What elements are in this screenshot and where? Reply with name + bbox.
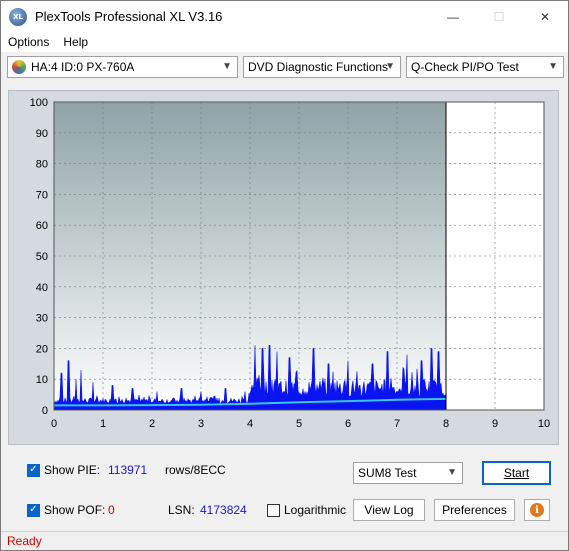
x-tick-label: 9 — [492, 418, 498, 430]
menu-help[interactable]: Help — [56, 35, 95, 49]
y-tick-label: 0 — [42, 405, 48, 417]
controls-panel: ✓ Show PIE: 113971 rows/8ECC SUM8 Test ▼… — [8, 453, 559, 529]
sum-test-select[interactable]: SUM8 Test ▼ — [353, 462, 463, 484]
status-text: Ready — [7, 534, 42, 548]
x-tick-label: 3 — [198, 418, 204, 430]
disc-drive-icon — [12, 60, 26, 74]
x-tick-label: 10 — [538, 418, 550, 430]
menu-bar: Options Help — [1, 32, 568, 52]
x-tick-label: 5 — [296, 418, 302, 430]
show-pof-label: Show POF: — [44, 503, 106, 517]
pie-chart-svg: 0 10 20 30 40 50 60 70 80 90 100 0 1 2 3 4 5 6 7 8 9 10 — [30, 97, 550, 430]
show-pie-checkbox[interactable]: ✓ Show PIE: — [27, 463, 100, 477]
chart-panel: 0 10 20 30 40 50 60 70 80 90 100 0 1 2 3 4 5 6 7 8 9 10 — [8, 90, 559, 445]
x-tick-label: 6 — [345, 418, 351, 430]
test-select[interactable]: Q-Check PI/PO Test ▼ — [406, 56, 564, 78]
checkbox-box — [267, 503, 280, 517]
test-select-value: Q-Check PI/PO Test — [411, 60, 519, 74]
window-title: PlexTools Professional XL V3.16 — [35, 9, 223, 24]
start-button-label: Start — [503, 466, 530, 480]
y-tick-label: 20 — [36, 343, 48, 355]
info-button[interactable]: i — [524, 499, 550, 521]
plextools-logo-icon: XL — [9, 7, 27, 26]
checkmark-icon: ✓ — [27, 503, 40, 517]
chevron-down-icon: ▼ — [548, 61, 558, 72]
y-tick-label: 100 — [30, 97, 48, 109]
checkmark-icon: ✓ — [27, 463, 40, 477]
x-tick-label: 0 — [51, 418, 57, 430]
preferences-button[interactable]: Preferences — [434, 499, 515, 521]
maximize-button[interactable]: ☐ — [476, 1, 522, 32]
view-log-button-label: View Log — [364, 503, 414, 517]
y-tick-label: 80 — [36, 159, 48, 171]
y-tick-label: 40 — [36, 282, 48, 294]
x-tick-label: 7 — [394, 418, 400, 430]
toolbar: HA:4 ID:0 PX-760A ▼ DVD Diagnostic Funct… — [1, 53, 568, 80]
preferences-button-label: Preferences — [442, 503, 507, 517]
x-tick-label: 1 — [100, 418, 106, 430]
y-tick-label: 10 — [36, 374, 48, 386]
close-button[interactable]: ✕ — [522, 1, 568, 32]
chevron-down-icon: ▼ — [447, 467, 457, 478]
y-tick-label: 30 — [36, 313, 48, 325]
pie-count-value: 113971 — [108, 463, 148, 477]
app-window: XL PlexTools Professional XL V3.16 — ☐ ✕… — [0, 0, 569, 551]
chevron-down-icon: ▼ — [385, 61, 395, 72]
drive-select[interactable]: HA:4 ID:0 PX-760A ▼ — [7, 56, 238, 78]
function-select[interactable]: DVD Diagnostic Functions ▼ — [243, 56, 401, 78]
lsn-value: 4173824 — [200, 503, 247, 517]
view-log-button[interactable]: View Log — [353, 499, 425, 521]
lsn-label: LSN: — [168, 503, 195, 517]
x-tick-label: 4 — [247, 418, 253, 430]
logarithmic-label: Logarithmic — [284, 503, 347, 517]
info-icon: i — [530, 503, 544, 517]
pie-unit-label: rows/8ECC — [165, 463, 226, 477]
menu-options[interactable]: Options — [1, 35, 56, 49]
sum-test-select-value: SUM8 Test — [358, 466, 417, 480]
y-tick-label: 70 — [36, 189, 48, 201]
y-tick-label: 90 — [36, 128, 48, 140]
show-pof-checkbox[interactable]: ✓ Show POF: — [27, 503, 105, 517]
window-controls: — ☐ ✕ — [430, 1, 568, 32]
title-bar: XL PlexTools Professional XL V3.16 — ☐ ✕ — [1, 1, 568, 32]
chevron-down-icon: ▼ — [222, 61, 232, 72]
show-pie-label: Show PIE: — [44, 463, 101, 477]
y-tick-label: 50 — [36, 251, 48, 263]
x-tick-label: 8 — [443, 418, 449, 430]
logarithmic-checkbox[interactable]: Logarithmic — [267, 503, 346, 517]
x-tick-label: 2 — [149, 418, 155, 430]
drive-select-value: HA:4 ID:0 PX-760A — [31, 60, 135, 74]
start-button[interactable]: Start — [482, 461, 551, 485]
function-select-value: DVD Diagnostic Functions — [248, 60, 389, 74]
status-bar: Ready — [1, 531, 568, 550]
y-tick-label: 60 — [36, 220, 48, 232]
pof-count-value: 0 — [108, 503, 115, 517]
minimize-button[interactable]: — — [430, 1, 476, 32]
